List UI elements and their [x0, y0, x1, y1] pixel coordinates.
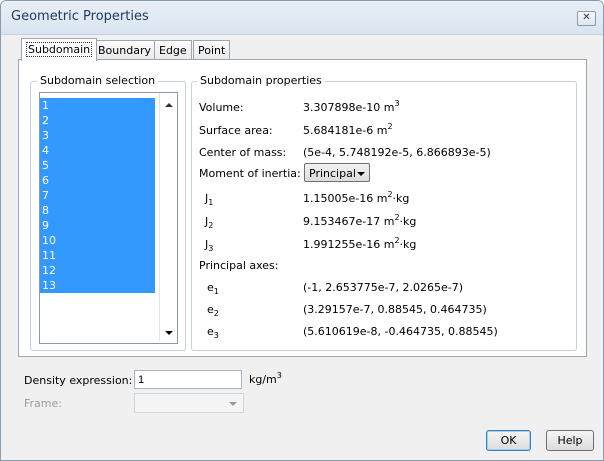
j3-subscript: 3: [208, 244, 214, 253]
j2-number: 9.153467e-17: [303, 215, 381, 228]
geometric-properties-dialog: Geometric Properties ✕ Subdomain Boundar…: [0, 0, 604, 461]
tab-point[interactable]: Point: [193, 40, 231, 60]
list-item[interactable]: 13: [40, 278, 155, 293]
volume-unit-exponent: 3: [394, 99, 400, 108]
e3-value: (5.610619e-8, -0.464735, 0.88545): [303, 325, 498, 338]
list-item[interactable]: 11: [40, 248, 155, 263]
list-item[interactable]: 4: [40, 143, 155, 158]
j2-unit-m: m: [383, 215, 395, 228]
j1-value: 1.15005e-16 m2·kg: [303, 191, 410, 206]
density-unit-exponent: 3: [276, 371, 282, 380]
close-button[interactable]: ✕: [577, 11, 596, 26]
surface-area-label: Surface area:: [199, 124, 273, 137]
density-unit-text: kg/m: [249, 373, 277, 386]
j2-label: J2: [205, 215, 214, 230]
e3-symbol: e: [207, 325, 214, 338]
e3-label: e3: [207, 325, 219, 340]
e1-value: (-1, 2.653775e-7, 2.0265e-7): [303, 281, 463, 294]
list-item[interactable]: 7: [40, 188, 155, 203]
moment-of-inertia-label: Moment of inertia:: [199, 167, 301, 180]
frame-select[interactable]: [134, 393, 244, 413]
center-of-mass-value: (5e-4, 5.748192e-5, 6.866893e-5): [303, 146, 491, 159]
e1-label: e1: [207, 281, 219, 296]
chevron-down-icon: [229, 402, 237, 406]
j1-label: J1: [205, 192, 214, 207]
tab-boundary-label: Boundary: [98, 44, 151, 57]
frame-label: Frame:: [24, 397, 62, 410]
e2-symbol: e: [207, 303, 214, 316]
subdomain-listbox[interactable]: 1 2 3 4 5 6 7 8 9 10 11 12 13: [39, 92, 178, 344]
list-item[interactable]: 12: [40, 263, 155, 278]
e2-label: e2: [207, 303, 219, 318]
surface-area-unit-exponent: 2: [387, 122, 393, 131]
list-item[interactable]: 3: [40, 128, 155, 143]
tab-edge-label: Edge: [159, 44, 187, 57]
j1-unit-kg: ·kg: [392, 192, 410, 205]
list-item[interactable]: 9: [40, 218, 155, 233]
list-item[interactable]: 8: [40, 203, 155, 218]
moment-of-inertia-selected: Principal: [309, 167, 356, 180]
moment-of-inertia-select[interactable]: Principal: [304, 163, 370, 182]
list-item[interactable]: 10: [40, 233, 155, 248]
j2-unit-kg: ·kg: [399, 215, 417, 228]
tab-point-label: Point: [198, 44, 226, 57]
volume-number: 3.307898e-10: [303, 101, 381, 114]
tab-subdomain[interactable]: Subdomain: [21, 38, 98, 61]
surface-area-value: 5.684181e-6 m2: [303, 122, 393, 138]
density-unit: kg/m3: [249, 371, 282, 387]
j3-label: J3: [205, 238, 214, 253]
list-item[interactable]: 6: [40, 173, 155, 188]
density-expression-input[interactable]: [134, 370, 242, 389]
j1-number: 1.15005e-16: [303, 192, 374, 205]
j2-subscript: 2: [208, 221, 214, 230]
tab-subdomain-label: Subdomain: [26, 42, 93, 57]
j1-unit-m: m: [376, 192, 388, 205]
j2-value: 9.153467e-17 m2·kg: [303, 214, 417, 229]
e2-subscript: 2: [213, 309, 219, 318]
subdomain-selection-title: Subdomain selection: [37, 74, 159, 87]
scroll-down-icon[interactable]: [165, 331, 173, 335]
chevron-down-icon: [357, 172, 365, 176]
help-button[interactable]: Help: [546, 430, 594, 451]
e2-value: (3.29157e-7, 0.88545, 0.464735): [303, 303, 487, 316]
scroll-up-icon[interactable]: [165, 103, 173, 107]
volume-unit: m: [383, 101, 395, 114]
principal-axes-label: Principal axes:: [199, 259, 279, 272]
j3-number: 1.991255e-16: [303, 238, 381, 251]
tab-boundary[interactable]: Boundary: [93, 40, 156, 60]
e1-symbol: e: [207, 281, 214, 294]
volume-label: Volume:: [199, 101, 244, 114]
density-expression-label: Density expression:: [24, 374, 133, 387]
j1-subscript: 1: [208, 198, 214, 207]
window-title: Geometric Properties: [11, 9, 149, 24]
e1-subscript: 1: [213, 287, 219, 296]
volume-value: 3.307898e-10 m3: [303, 99, 400, 115]
list-item[interactable]: 1: [40, 98, 155, 113]
j3-unit-m: m: [383, 238, 395, 251]
subdomain-properties-title: Subdomain properties: [197, 74, 325, 87]
list-item[interactable]: 2: [40, 113, 155, 128]
j3-unit-kg: ·kg: [399, 238, 417, 251]
ok-button[interactable]: OK: [486, 430, 531, 451]
tab-edge[interactable]: Edge: [154, 40, 192, 60]
surface-area-number: 5.684181e-6: [303, 124, 374, 137]
surface-area-unit: m: [376, 124, 388, 137]
listbox-scrollbar[interactable]: [159, 93, 177, 341]
title-bar: Geometric Properties ✕: [1, 1, 603, 35]
e3-subscript: 3: [213, 331, 219, 340]
j3-value: 1.991255e-16 m2·kg: [303, 237, 417, 252]
center-of-mass-label: Center of mass:: [199, 146, 287, 159]
list-item[interactable]: 5: [40, 158, 155, 173]
